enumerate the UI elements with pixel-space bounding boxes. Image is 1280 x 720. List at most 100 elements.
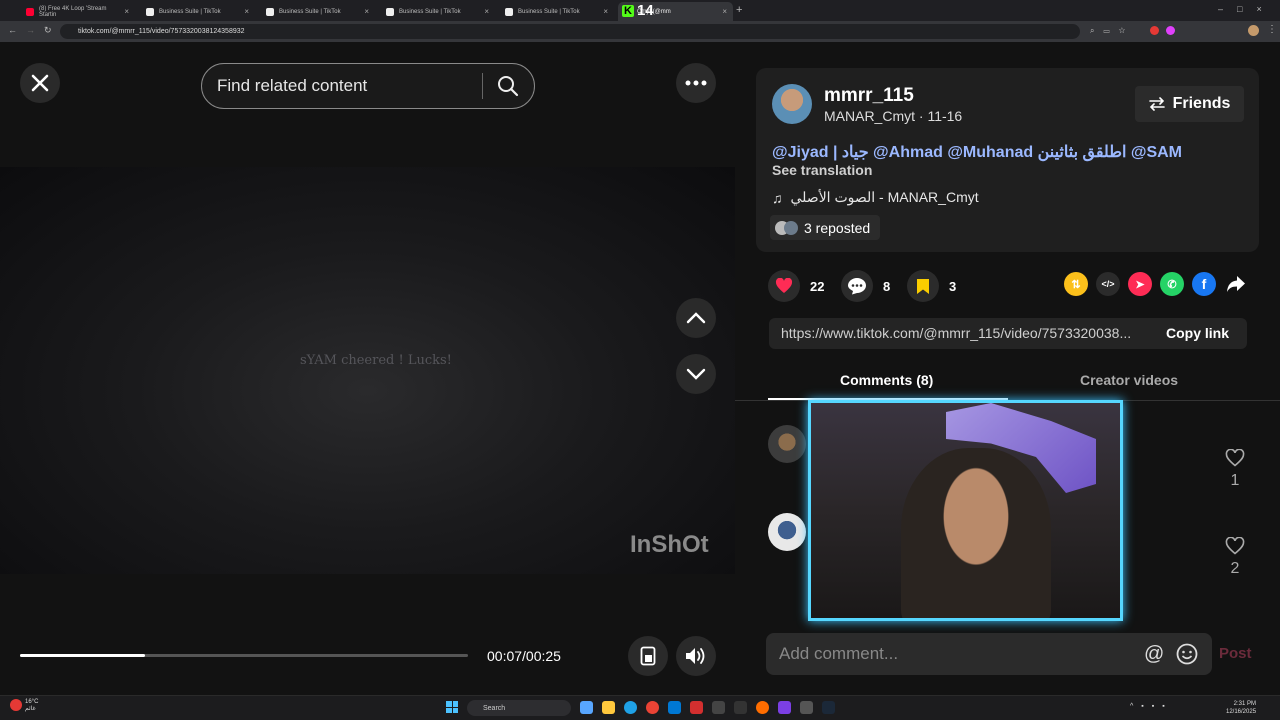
new-tab-button[interactable]: + (736, 4, 742, 16)
progress-fill (20, 654, 146, 657)
watermark: InShOt (630, 531, 709, 558)
save-stat[interactable]: 3 (907, 270, 956, 302)
comment-like-count: 2 (1230, 560, 1240, 577)
close-tab-icon[interactable]: × (603, 7, 608, 16)
whatsapp-icon[interactable]: ✆ (1160, 272, 1184, 296)
search-divider (482, 73, 483, 99)
kick-overlay-badge: K 14 (622, 2, 654, 19)
browser-tab[interactable]: Business Suite | TikTok × (140, 2, 255, 21)
like-stat[interactable]: 22 (768, 270, 824, 302)
close-tab-icon[interactable]: × (364, 7, 369, 16)
see-translation-link[interactable]: See translation (772, 162, 872, 178)
chrome-icon[interactable] (646, 701, 659, 714)
heart-outline-icon (1225, 536, 1245, 555)
close-tab-icon[interactable]: × (124, 7, 129, 16)
reposted-badge[interactable]: 3 reposted (770, 215, 881, 240)
webcam-overlay (808, 400, 1123, 621)
embed-icon[interactable]: </> (1096, 272, 1120, 296)
system-tray[interactable]: ^▪▪▪ (1130, 703, 1173, 710)
close-tab-icon[interactable]: × (722, 7, 727, 16)
forward-icon[interactable]: → (26, 25, 35, 35)
mini-player-button[interactable] (628, 636, 668, 676)
url-bar[interactable]: tiktok.com/@mmrr_115/video/7573320038124… (60, 24, 1080, 39)
youtube-icon (26, 7, 34, 16)
share-arrow-icon[interactable] (1226, 275, 1246, 298)
search-input[interactable]: Find related content (201, 63, 535, 109)
mention-icon[interactable]: @ (1144, 643, 1164, 666)
post-button[interactable]: Post (1219, 645, 1252, 662)
weather-widget[interactable]: 16°C غائم (25, 699, 38, 713)
browser-menu-icon[interactable]: ⋮ (1267, 24, 1277, 35)
reload-icon[interactable]: ↻ (44, 25, 52, 36)
close-icon (31, 74, 49, 92)
chevron-down-icon (686, 368, 706, 380)
facebook-icon[interactable]: f (1192, 272, 1216, 296)
browser-tab[interactable]: (8) Free 4K Loop 'Stream Startin × (20, 2, 135, 21)
next-video-button[interactable] (676, 354, 716, 394)
app-icon[interactable] (712, 701, 725, 714)
close-tab-icon[interactable]: × (484, 7, 489, 16)
volume-icon (686, 648, 705, 664)
streamer-figure (901, 448, 1051, 618)
comment-stat[interactable]: 8 (841, 270, 890, 302)
extension-icon[interactable] (1166, 26, 1175, 35)
app-icon[interactable] (778, 701, 791, 714)
comment-avatar[interactable] (768, 425, 806, 463)
bookmark-icon (907, 270, 939, 302)
tiktok-icon (505, 7, 513, 16)
windows-start-icon[interactable] (446, 701, 458, 713)
volume-button[interactable] (676, 636, 716, 676)
author-avatar[interactable] (772, 84, 812, 124)
author-subline: MANAR_Cmyt · 11-16 (824, 108, 963, 124)
app-icon[interactable] (734, 701, 747, 714)
search-icon[interactable] (496, 74, 520, 103)
reposter-avatars (775, 220, 798, 235)
video-link[interactable]: https://www.tiktok.com/@mmrr_115/video/7… (781, 325, 1149, 341)
kick-icon: K (622, 4, 634, 17)
copy-link-button[interactable]: Copy link (1166, 325, 1229, 341)
heart-icon (768, 270, 800, 302)
edge-icon[interactable] (624, 701, 637, 714)
close-button[interactable] (20, 63, 60, 103)
post-caption: @Jiyad | جياد @Ahmad @Muhanad اطلقق بثاث… (772, 144, 1183, 161)
comment-avatar[interactable] (768, 513, 806, 551)
tab-creator-videos[interactable]: Creator videos (1080, 372, 1178, 388)
window-controls[interactable]: –□× (1218, 4, 1276, 14)
send-icon[interactable]: ➤ (1128, 272, 1152, 296)
author-username[interactable]: mmrr_115 (824, 85, 914, 107)
previous-video-button[interactable] (676, 298, 716, 338)
toolbar-icons[interactable]: ⌕▭☆ (1090, 26, 1134, 36)
more-dots-icon (685, 80, 707, 86)
steam-icon[interactable] (822, 701, 835, 714)
app-icon[interactable] (690, 701, 703, 714)
app-icon[interactable] (800, 701, 813, 714)
emoji-icon[interactable] (1176, 643, 1198, 670)
tiktok-icon (386, 7, 394, 16)
comment-like-button[interactable]: 1 (1225, 448, 1245, 490)
clock[interactable]: 2:31 PM 12/16/2025 (1226, 700, 1256, 716)
video-frame[interactable]: sYAM cheered ! Lucks! InShOt (0, 167, 735, 574)
friends-button[interactable]: Friends (1135, 86, 1244, 122)
repost-icon[interactable]: ⇅ (1064, 272, 1088, 296)
extension-icon[interactable] (1150, 26, 1159, 35)
comment-like-button[interactable]: 2 (1225, 536, 1245, 578)
mail-icon[interactable] (668, 701, 681, 714)
comment-placeholder: Add comment... (779, 644, 899, 663)
browser-tab[interactable]: Business Suite | TikTok × (380, 2, 495, 21)
app-icon[interactable] (756, 701, 769, 714)
more-options-button[interactable] (676, 63, 716, 103)
video-overlay-text: sYAM cheered ! Lucks! (300, 353, 452, 368)
taskbar (0, 695, 1280, 720)
file-explorer-icon[interactable] (602, 701, 615, 714)
tiktok-icon (146, 7, 154, 16)
browser-tab[interactable]: Business Suite | TikTok × (260, 2, 375, 21)
taskbar-search[interactable]: Search (467, 700, 571, 716)
copilot-icon[interactable] (580, 701, 593, 714)
back-icon[interactable]: ← (8, 25, 17, 35)
profile-avatar[interactable] (1248, 25, 1259, 36)
close-tab-icon[interactable]: × (244, 7, 249, 16)
swap-icon (1148, 97, 1165, 111)
tab-comments[interactable]: Comments (8) (840, 372, 933, 388)
browser-tab[interactable]: Business Suite | TikTok × (499, 2, 614, 21)
music-link[interactable]: ♫ الصوت الأصلي - MANAR_Cmyt (772, 189, 979, 206)
